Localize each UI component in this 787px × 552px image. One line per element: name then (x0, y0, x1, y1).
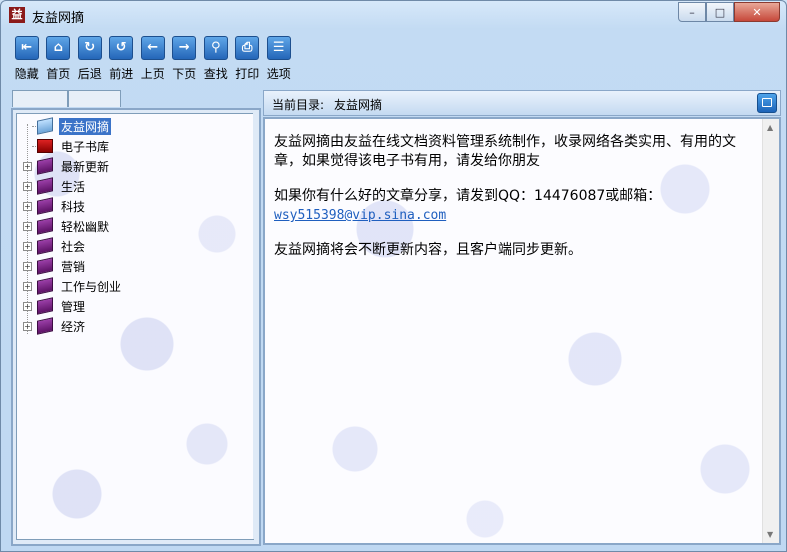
toolbar-button-5[interactable]: → 下页 (169, 36, 201, 82)
toolbar-button-6[interactable]: ⚲ 查找 (200, 36, 232, 82)
toolbar-button-label: 查找 (203, 67, 228, 81)
tab-search[interactable] (68, 90, 121, 107)
content-view: 友益网摘由友益在线文档资料管理系统制作，收录网络各类实用、有用的文章，如果觉得该… (263, 117, 781, 545)
title-bar: 益 友益网摘 – □ ✕ (1, 1, 786, 29)
directory-tree: 友益网摘 电子书库 + 最新更新 + 生活 + 科技 + 轻松幽默 + 社会 + 营销 + 工作与创业 + 管理 +… (16, 113, 254, 540)
tree-node[interactable]: + 社会 (17, 236, 247, 256)
tree-node-label: 社会 (61, 239, 86, 254)
left-pane-border (253, 113, 257, 539)
toolbar-button-7[interactable]: ⎙ 打印 (232, 36, 264, 82)
window-title: 友益网摘 (32, 11, 85, 26)
tree-node-label: 科技 (61, 199, 86, 214)
minimize-button[interactable]: – (678, 2, 706, 22)
home-icon: ⌂ (46, 36, 71, 60)
expand-plus-icon[interactable]: + (23, 201, 32, 211)
book-icon (37, 257, 53, 275)
hide-icon: ⇤ (14, 36, 39, 60)
tree-node[interactable]: + 管理 (17, 296, 247, 316)
expand-plus-icon[interactable]: + (23, 241, 32, 251)
tree-node[interactable]: + 营销 (17, 256, 247, 276)
arrow-right-icon: → (172, 36, 197, 60)
toolbar-button-label: 首页 (46, 67, 71, 81)
contact-text: 如果你有什么好的文章分享，请发到QQ：14476087或邮箱： (274, 188, 662, 204)
tree-node-label: 生活 (61, 179, 86, 194)
expand-plus-icon[interactable]: + (23, 281, 32, 291)
toolbar-button-label: 打印 (235, 67, 260, 81)
tree-node[interactable]: + 工作与创业 (17, 276, 247, 296)
expand-plus-icon[interactable]: + (23, 221, 32, 231)
close-button[interactable]: ✕ (734, 2, 780, 22)
toolbar-button-label: 选项 (266, 67, 291, 81)
current-dir-label: 当前目录: (272, 98, 325, 112)
back-circle-icon: ↻ (77, 36, 102, 60)
left-pane-tabs (12, 90, 121, 108)
tree-node-label: 管理 (61, 299, 86, 314)
tree-node-label: 经济 (61, 319, 86, 334)
book-icon (37, 157, 53, 175)
app-logo-icon: 益 (9, 7, 25, 23)
tab-contents[interactable] (12, 90, 68, 107)
book-open-icon (37, 117, 53, 135)
content-header: 当前目录: 友益网摘 (263, 90, 781, 116)
article-paragraph: 友益网摘将会不断更新内容，且客户端同步更新。 (274, 242, 582, 258)
toolbar-button-2[interactable]: ↻ 后退 (74, 36, 106, 82)
tree-node-label: 最新更新 (61, 159, 110, 174)
email-link[interactable]: wsy515398@vip.sina.com (274, 208, 446, 223)
expand-plus-icon[interactable]: + (23, 181, 32, 191)
book-icon (37, 277, 53, 295)
book-icon (37, 217, 53, 235)
book-icon (37, 317, 53, 335)
toolbar-button-label: 上页 (140, 67, 165, 81)
tree-node-label: 工作与创业 (61, 279, 122, 294)
forward-circle-icon: ↺ (109, 36, 134, 60)
toolbar-button-1[interactable]: ⌂ 首页 (43, 36, 75, 82)
book-icon (37, 177, 53, 195)
tree-node[interactable]: + 科技 (17, 196, 247, 216)
tree-node[interactable]: + 最新更新 (17, 156, 247, 176)
expand-plus-icon[interactable]: + (23, 161, 32, 171)
toolbar-button-4[interactable]: ← 上页 (137, 36, 169, 82)
book-icon (37, 297, 53, 315)
book-icon (37, 197, 53, 215)
app-window: 益 友益网摘 – □ ✕ ⇤ 隐藏 ⌂ 首页 ↻ 后退 ↺ 前进 ← 上页 → 下页 ⚲ 查找 ⎙ 打印 ☰ 选项… (0, 0, 787, 552)
expand-plus-icon[interactable]: + (23, 301, 32, 311)
left-pane: 友益网摘 电子书库 + 最新更新 + 生活 + 科技 + 轻松幽默 + 社会 + 营销 + 工作与创业 + 管理 +… (11, 108, 261, 546)
scroll-up-icon[interactable]: ▲ (767, 123, 773, 132)
view-mode-icon[interactable] (757, 93, 777, 113)
tree-node[interactable]: + 经济 (17, 316, 247, 336)
tree-node[interactable]: 友益网摘 (17, 116, 247, 136)
toolbar-button-label: 前进 (109, 67, 134, 81)
toolbar-button-3[interactable]: ↺ 前进 (106, 36, 138, 82)
tree-node[interactable]: + 生活 (17, 176, 247, 196)
arrow-left-icon: ← (140, 36, 165, 60)
tree-node-label: 友益网摘 (59, 117, 112, 135)
toolbar: ⇤ 隐藏 ⌂ 首页 ↻ 后退 ↺ 前进 ← 上页 → 下页 ⚲ 查找 ⎙ 打印 ☰ 选项 (11, 36, 295, 82)
toolbar-button-label: 后退 (77, 67, 102, 81)
current-dir-value: 友益网摘 (334, 98, 383, 112)
article-paragraph: 友益网摘由友益在线文档资料管理系统制作，收录网络各类实用、有用的文章，如果觉得该… (274, 134, 736, 169)
tree-node-label: 电子书库 (61, 139, 110, 154)
article-body: 友益网摘由友益在线文档资料管理系统制作，收录网络各类实用、有用的文章，如果觉得该… (274, 133, 744, 276)
scroll-down-icon[interactable]: ▼ (767, 530, 773, 539)
toolbar-button-0[interactable]: ⇤ 隐藏 (11, 36, 43, 82)
library-icon (37, 139, 53, 153)
expand-plus-icon[interactable]: + (23, 261, 32, 271)
expand-plus-icon[interactable]: + (23, 321, 32, 331)
maximize-button[interactable]: □ (706, 2, 734, 22)
window-controls: – □ ✕ (678, 2, 780, 22)
tree-node-label: 轻松幽默 (61, 219, 110, 234)
toolbar-button-label: 下页 (172, 67, 197, 81)
tree-node-label: 营销 (61, 259, 86, 274)
toolbar-button-8[interactable]: ☰ 选项 (263, 36, 295, 82)
print-icon: ⎙ (235, 36, 260, 60)
search-icon: ⚲ (203, 36, 228, 60)
tree-node[interactable]: 电子书库 (17, 136, 247, 156)
vertical-scrollbar[interactable]: ▲ ▼ (762, 119, 779, 543)
article-paragraph-contact: 如果你有什么好的文章分享，请发到QQ：14476087或邮箱： wsy51539… (274, 187, 744, 225)
tree-node[interactable]: + 轻松幽默 (17, 216, 247, 236)
book-icon (37, 237, 53, 255)
toolbar-button-label: 隐藏 (14, 67, 39, 81)
options-icon: ☰ (266, 36, 291, 60)
